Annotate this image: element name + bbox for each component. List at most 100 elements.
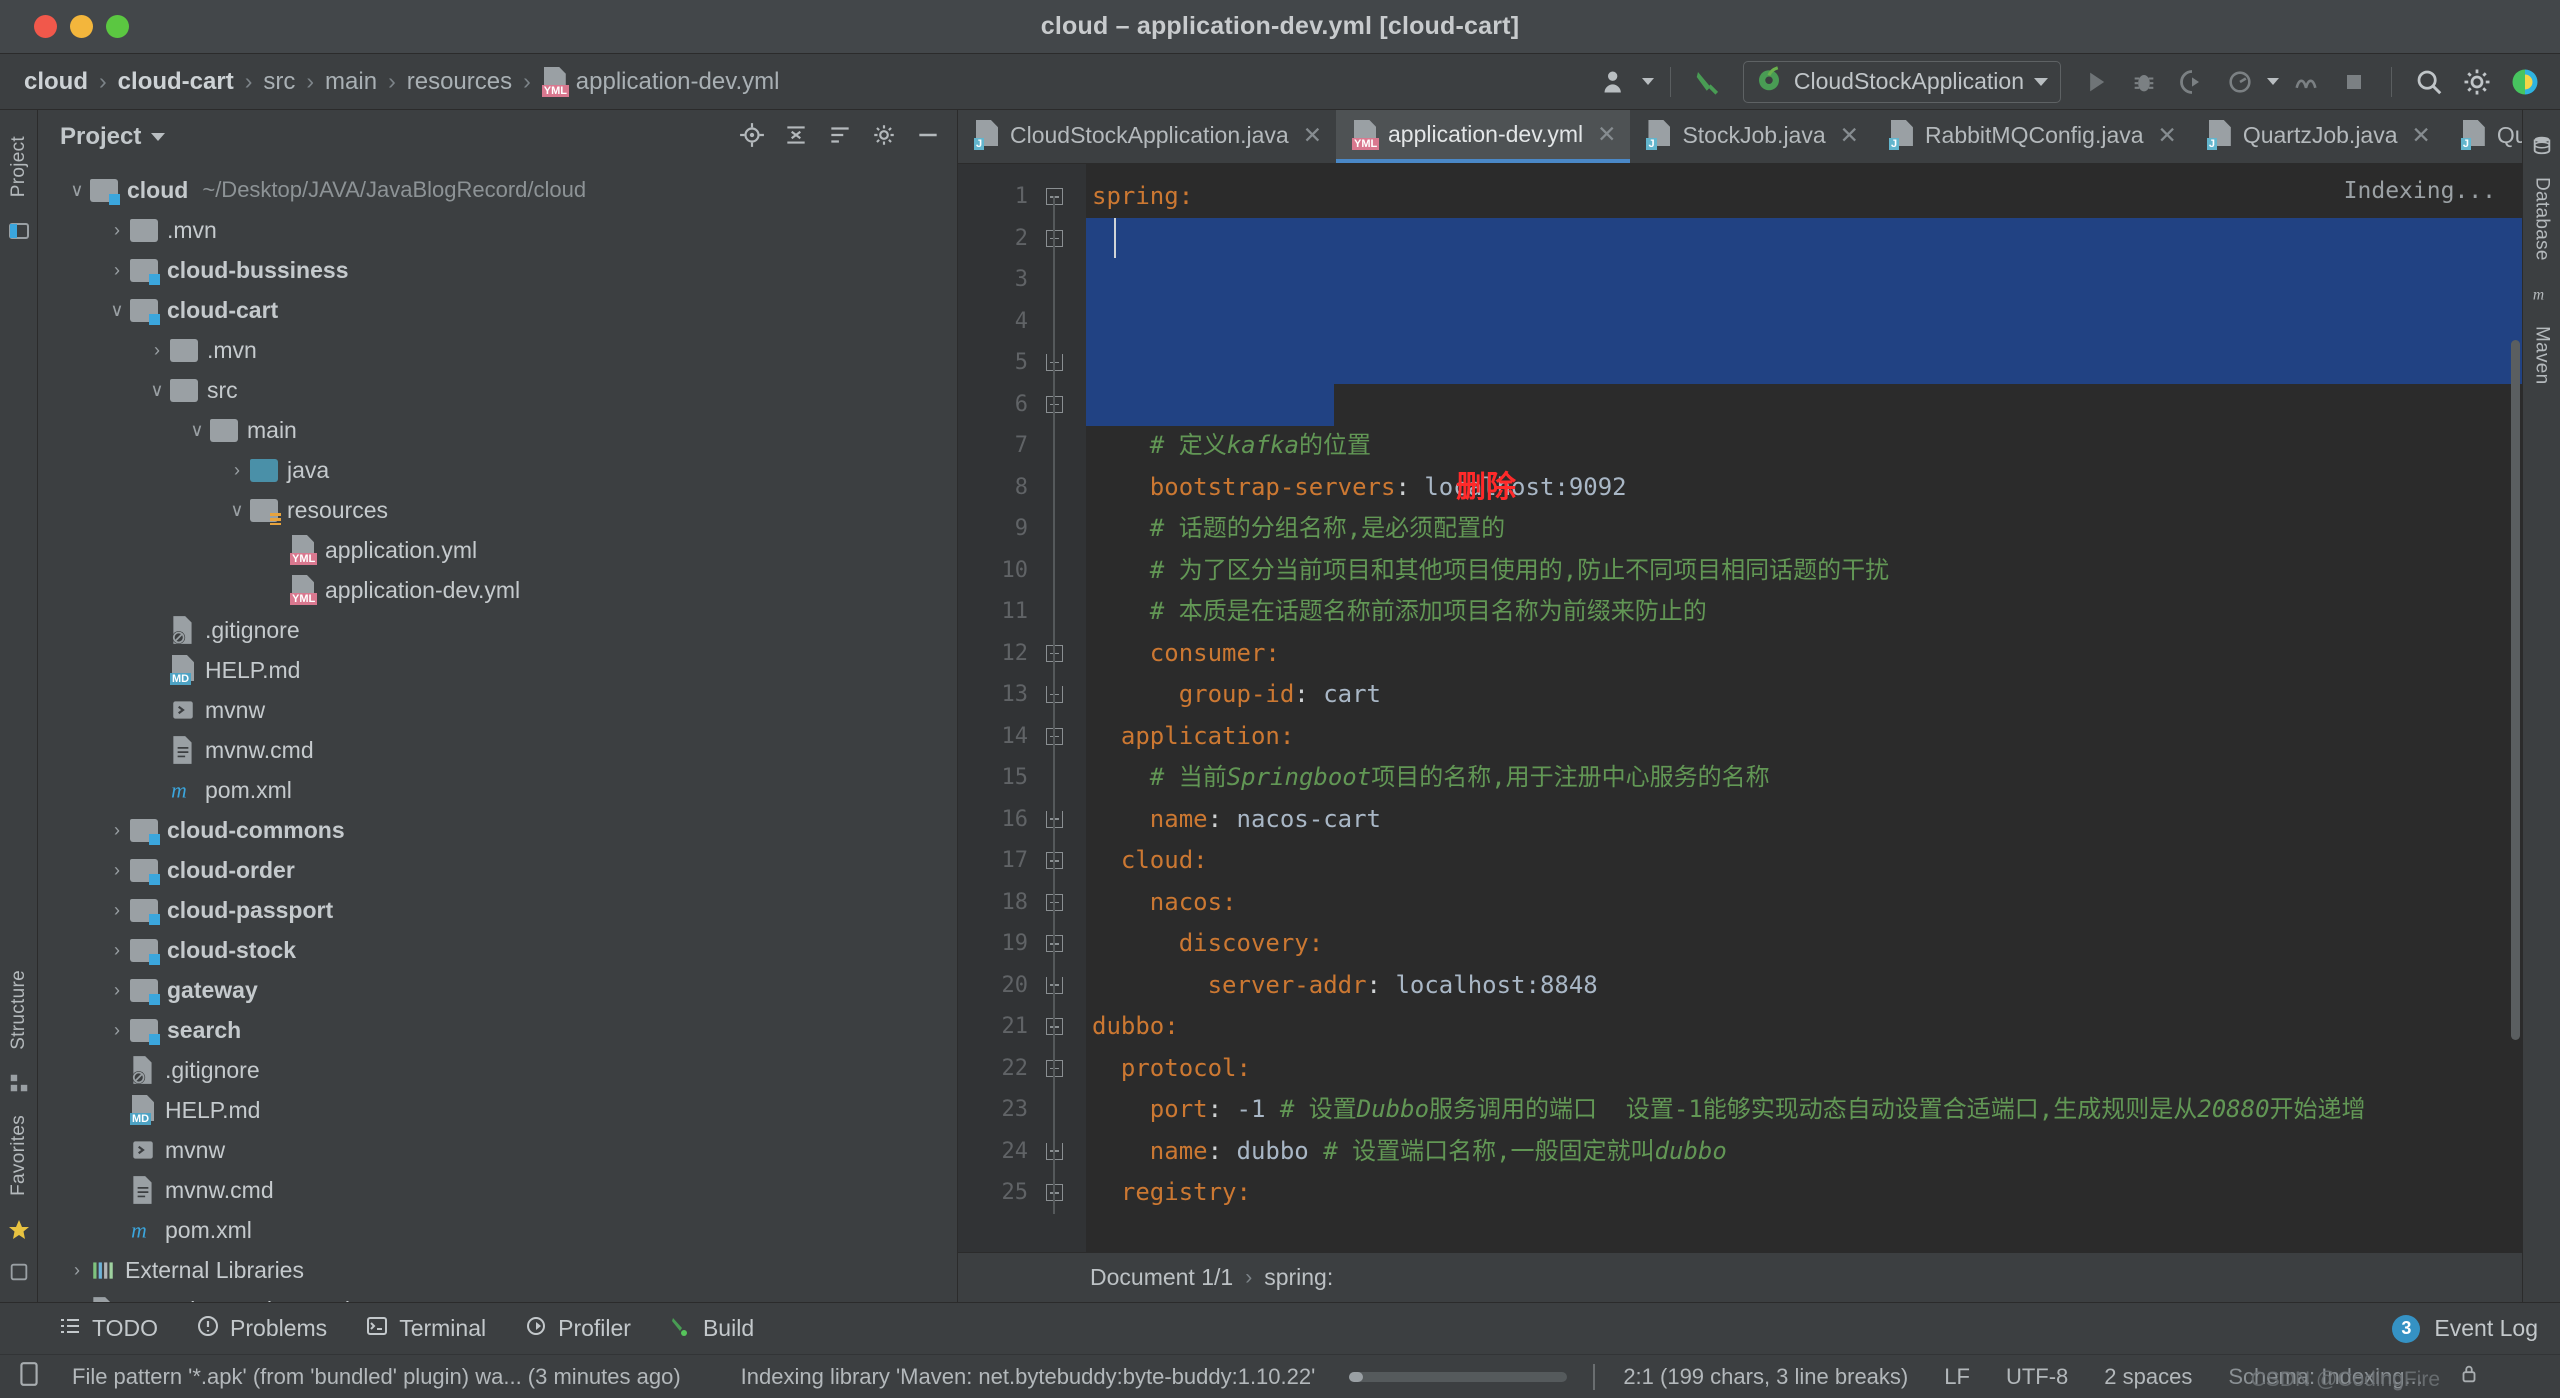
tree-node-mvnw[interactable]: mvnw: [38, 690, 957, 730]
tree-node-external-libraries[interactable]: › External Libraries: [38, 1250, 957, 1290]
user-avatar-icon[interactable]: [1594, 61, 1636, 103]
line-number-gutter[interactable]: 1 2 3 4 5 6 7 8 9 10 11 12 13 14 15 16 17 18 19 20 21 22 23 24 2…: [958, 164, 1086, 1252]
tool-button-todo[interactable]: TODO: [58, 1314, 158, 1344]
tree-node-search[interactable]: › search: [38, 1010, 957, 1050]
tool-button-build[interactable]: Build: [669, 1314, 754, 1344]
code-line[interactable]: # 本质是在话题名称前添加项目名称为前缀来防止的: [1086, 591, 2522, 633]
sidebar-item-project[interactable]: Project: [8, 124, 30, 209]
build-hammer-icon[interactable]: [1687, 61, 1729, 103]
code-line[interactable]: # 定义kafka的位置: [1086, 425, 2522, 467]
chevron-down-icon[interactable]: [2034, 77, 2048, 86]
editor-scrollbar-thumb[interactable]: [2511, 340, 2520, 1040]
attach-profiler-icon[interactable]: [2285, 61, 2327, 103]
tree-node-mvnw-cmd[interactable]: mvnw.cmd: [38, 1170, 957, 1210]
chevron-down-icon[interactable]: [151, 133, 166, 141]
chevron-right-icon[interactable]: ›: [104, 260, 130, 281]
tool-button-problems[interactable]: Problems: [196, 1314, 327, 1344]
project-tree[interactable]: ∨ cloud ~/Desktop/JAVA/JavaBlogRecord/clou…: [38, 164, 957, 1302]
chevron-down-icon[interactable]: ∨: [64, 180, 90, 201]
code-line[interactable]: # 话题的分组名称,是必须配置的: [1086, 508, 2522, 550]
code-line[interactable]: discovery:: [1086, 923, 2522, 965]
search-everywhere-icon[interactable]: [2408, 61, 2450, 103]
tree-node-help-md[interactable]: MD HELP.md: [38, 1090, 957, 1130]
tree-node-cloud-commons[interactable]: › cloud-commons: [38, 810, 957, 850]
code-line[interactable]: nacos:: [1086, 882, 2522, 924]
locate-target-icon[interactable]: [739, 122, 765, 153]
tool-button-terminal[interactable]: Terminal: [365, 1314, 486, 1344]
lock-icon[interactable]: [2441, 1363, 2483, 1391]
sidebar-item-database[interactable]: Database: [2531, 165, 2553, 273]
tree-node-mvnw-cmd[interactable]: mvnw.cmd: [38, 730, 957, 770]
code-line[interactable]: # 为了区分当前项目和其他项目使用的,防止不同项目相同话题的干扰: [1086, 550, 2522, 592]
chevron-right-icon[interactable]: ›: [104, 860, 130, 881]
tree-node-application-yml[interactable]: YML application.yml: [38, 530, 957, 570]
tree-node-scratches-and-consoles[interactable]: › Scratches and Consoles: [38, 1290, 957, 1302]
chevron-right-icon[interactable]: ›: [104, 1020, 130, 1041]
code-line[interactable]: cloud:: [1086, 840, 2522, 882]
chevron-right-icon[interactable]: ›: [104, 820, 130, 841]
code-content[interactable]: spring: datasource: url: jdbc:mysql://lo…: [1086, 164, 2522, 1252]
event-log-area[interactable]: 3 Event Log: [2392, 1314, 2560, 1343]
breadcrumb-item-resources[interactable]: resources: [401, 66, 518, 98]
line-separator[interactable]: LF: [1926, 1364, 1988, 1390]
stop-icon[interactable]: [2333, 61, 2375, 103]
breadcrumb-item-src[interactable]: src: [257, 66, 301, 98]
chevron-down-icon[interactable]: [2267, 78, 2279, 85]
breadcrumb-item-cloud-cart[interactable]: cloud-cart: [112, 66, 240, 98]
editor-breadcrumb[interactable]: Document 1/1 › spring:: [958, 1252, 2522, 1302]
chevron-down-icon[interactable]: [1641, 78, 1654, 85]
editor-tab-quartzconfig-j[interactable]: J QuartzConfig.j: [2445, 110, 2522, 163]
chevron-right-icon[interactable]: ›: [104, 980, 130, 1001]
tree-node--mvn[interactable]: › .mvn: [38, 330, 957, 370]
tree-node-cloud-cart[interactable]: ∨ cloud-cart: [38, 290, 957, 330]
close-icon[interactable]: ✕: [2158, 122, 2177, 149]
breadcrumb-document[interactable]: Document 1/1: [1090, 1264, 1233, 1291]
breadcrumb[interactable]: cloud › cloud-cart › src › main › resour…: [18, 65, 785, 99]
editor-tab-application-dev-yml[interactable]: YML application-dev.yml ✕: [1336, 110, 1631, 163]
tree-node-help-md[interactable]: MD HELP.md: [38, 650, 957, 690]
breadcrumb-item-cloud[interactable]: cloud: [18, 66, 94, 98]
chevron-down-icon[interactable]: ∨: [184, 420, 210, 441]
tree-node-resources[interactable]: ∨ resources: [38, 490, 957, 530]
file-encoding[interactable]: UTF-8: [1988, 1364, 2086, 1390]
tree-node--gitignore[interactable]: .gitignore: [38, 610, 957, 650]
memory-indicator-icon[interactable]: [18, 1361, 40, 1393]
breadcrumb-node[interactable]: spring:: [1264, 1264, 1333, 1291]
tree-node--mvn[interactable]: › .mvn: [38, 210, 957, 250]
chevron-down-icon[interactable]: ∨: [224, 500, 250, 521]
editor-tab-stockjob-java[interactable]: J StockJob.java ✕: [1630, 110, 1872, 163]
structure-icon[interactable]: [8, 1072, 30, 1099]
project-icon[interactable]: [7, 219, 31, 248]
favorites-star-icon[interactable]: [7, 1218, 31, 1247]
tree-node-java[interactable]: › java: [38, 450, 957, 490]
tree-node-cloud-order[interactable]: › cloud-order: [38, 850, 957, 890]
code-line[interactable]: dubbo:: [1086, 1006, 2522, 1048]
chevron-down-icon[interactable]: ∨: [144, 380, 170, 401]
maven-icon[interactable]: m: [2531, 283, 2553, 310]
code-line[interactable]: port: -1 # 设置Dubbo服务调用的端口 设置-1能够实现动态自动设置…: [1086, 1089, 2522, 1131]
code-line[interactable]: application:: [1086, 716, 2522, 758]
tree-node-cloud[interactable]: ∨ cloud ~/Desktop/JAVA/JavaBlogRecord/clou…: [38, 170, 957, 210]
tree-node-cloud-passport[interactable]: › cloud-passport: [38, 890, 957, 930]
tree-node-application-dev-yml[interactable]: YML application-dev.yml: [38, 570, 957, 610]
close-icon[interactable]: ✕: [1597, 121, 1616, 148]
chevron-right-icon[interactable]: ›: [224, 460, 250, 481]
close-icon[interactable]: ✕: [2412, 122, 2431, 149]
caret-position[interactable]: 2:1 (199 chars, 3 line breaks): [1605, 1364, 1926, 1390]
editor-tab-bar[interactable]: J CloudStockApplication.java ✕ YML applicati…: [958, 110, 2522, 164]
commit-icon[interactable]: [8, 1261, 30, 1288]
run-configuration-selector[interactable]: CloudStockApplication: [1742, 60, 2061, 103]
tree-node-cloud-stock[interactable]: › cloud-stock: [38, 930, 957, 970]
code-line[interactable]: server-addr: localhost:8848: [1086, 965, 2522, 1007]
chevron-right-icon[interactable]: ›: [144, 340, 170, 361]
hide-minus-icon[interactable]: [915, 122, 941, 153]
editor-tab-quartzjob-java[interactable]: J QuartzJob.java ✕: [2191, 110, 2445, 163]
chevron-right-icon[interactable]: ›: [104, 900, 130, 921]
chevron-down-icon[interactable]: ∨: [104, 300, 130, 321]
close-icon[interactable]: ✕: [1840, 122, 1859, 149]
settings-gear-icon[interactable]: [871, 122, 897, 153]
run-icon[interactable]: [2075, 61, 2117, 103]
code-line[interactable]: name: nacos-cart: [1086, 799, 2522, 841]
code-line[interactable]: bootstrap-servers: localhost:9092: [1086, 467, 2522, 509]
indent-setting[interactable]: 2 spaces: [2086, 1364, 2210, 1390]
